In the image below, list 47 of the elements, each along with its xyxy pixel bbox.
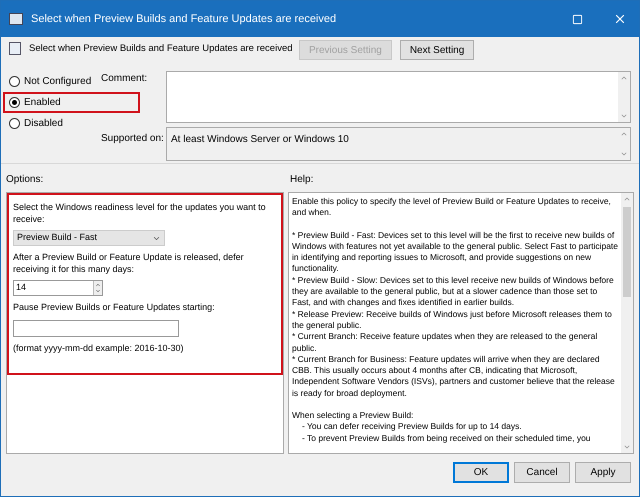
format-hint: (format yyyy-mm-dd example: 2016-10-30) [13,342,185,355]
supported-on-label: Supported on: [101,132,165,146]
radio-button[interactable] [9,76,20,87]
scroll-down-icon[interactable] [623,443,631,451]
comment-label: Comment: [101,72,148,86]
help-label: Help: [290,173,314,187]
defer-label: After a Preview Build or Feature Update is released, defer receiving it for this many days: [13,251,245,275]
help-text: - To prevent Preview Builds from being received on their scheduled time, you [301,432,592,444]
scroll-down-icon[interactable] [620,150,628,158]
radio-button[interactable] [9,118,20,129]
spin-up-icon[interactable] [95,282,101,288]
app-icon [9,13,23,25]
scroll-up-icon[interactable] [623,195,631,203]
scrollbar[interactable] [618,72,630,122]
scroll-thumb[interactable] [623,207,631,297]
readiness-label: Select the Windows readiness level for the updates you want to receive: [13,201,267,225]
help-text: When selecting a Preview Build: [292,410,414,422]
next-setting-button[interactable]: Next Setting [400,40,474,60]
spin-down-icon[interactable] [95,288,101,294]
scrollbar[interactable] [621,193,633,453]
help-text: * Current Branch for Business: Feature updates will arrive when they are declared CBB. This usually occurs about 4 months after CB, indicating that Microsoft, Independent Software Vendors (ISVs), partners and customer believe that the release is ready for broad deployment. [292,354,616,400]
radio-button[interactable] [9,97,20,108]
supported-on-text: At least Windows Server or Windows 10 [170,132,350,147]
help-text: * Release Preview: Receive builds of Windows just before Microsoft releases them to the general public. [292,308,613,332]
readiness-dropdown[interactable]: Preview Build - Fast [13,230,165,246]
radio-label: Not Configured [24,75,92,89]
help-text: Enable this policy to specify the level of Preview Build or Feature Updates to receive, and when. [292,196,612,219]
radio-label: Disabled [24,117,63,131]
scroll-up-icon[interactable] [620,74,628,82]
help-text: * Current Branch: Receive feature updates when they are released to the general public. [292,331,598,354]
maximize-icon[interactable] [572,14,583,24]
days-spinner[interactable]: 14 [13,280,103,296]
radio-label: Enabled [24,96,61,110]
help-text: * Preview Build - Fast: Devices set to this level will be the first to receive new builds of Windows with features not yet available to the general public. Select Fast to participate in identifying and reporting issues to Microsoft, and provide suggestions on new functionality. [292,230,618,275]
options-label: Options: [6,173,44,187]
policy-icon [9,42,21,55]
help-text: * Preview Build - Slow: Devices set to this level receive new builds of Windows before they are available to the general public, but at a slower cadence than those set to Fast, and with changes and fixes identified in earlier builds. [292,274,615,309]
window-title: Select when Preview Builds and Feature Updates are received [31,12,338,27]
pause-date-field[interactable] [13,320,179,336]
pause-label: Pause Preview Builds or Feature Updates starting: [13,301,216,314]
close-icon[interactable] [613,12,627,26]
apply-button[interactable]: Apply [575,462,631,483]
help-text: - You can defer receiving Preview Builds for up to 14 days. [301,421,523,433]
cancel-button[interactable]: Cancel [514,462,570,483]
ok-button[interactable]: OK [453,462,509,483]
comment-field[interactable] [166,71,631,123]
policy-title: Select when Preview Builds and Feature Updates are received [29,42,291,56]
